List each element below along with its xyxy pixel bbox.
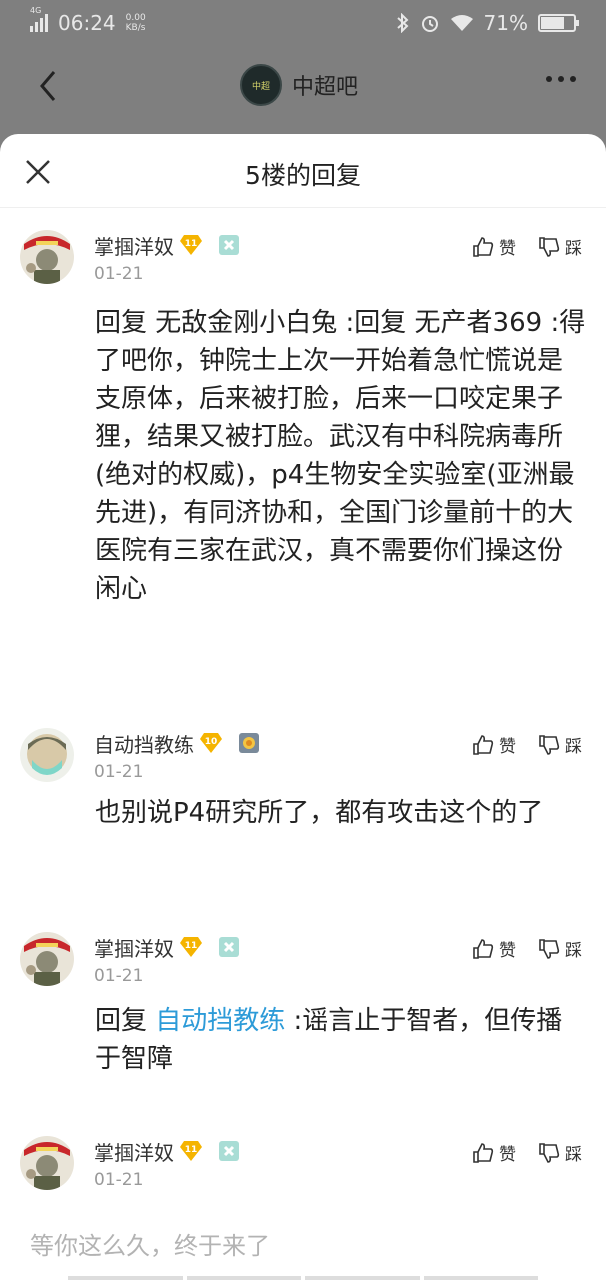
forum-header: 中超 中超吧 [0,46,606,126]
avatar[interactable] [20,230,74,284]
status-time: 06:24 [58,11,116,35]
sticker-icon [219,1141,239,1161]
home-indicator [68,1276,538,1280]
forum-title[interactable]: 中超 中超吧 [240,64,358,106]
name-row: 掌掴洋奴 11 [94,230,240,260]
post-date: 01-21 [94,1170,144,1190]
username[interactable]: 掌掴洋奴 [94,1137,174,1166]
thumbs-up-icon [473,236,494,257]
thumbs-up-icon [473,938,494,959]
vote-actions: 赞 踩 [472,732,582,757]
thumbs-up-icon [473,734,494,755]
level-badge: 11 [180,937,202,957]
wifi-icon [450,15,473,31]
level-badge: 10 [200,733,222,753]
reply-input-placeholder: 等你这么久，终于来了 [30,1232,270,1260]
dislike-button[interactable]: 踩 [538,732,582,757]
post-date: 01-21 [94,966,144,986]
dislike-button[interactable]: 踩 [538,234,582,259]
dislike-button[interactable]: 踩 [538,1140,582,1165]
thumbs-down-icon [539,734,560,755]
sheet-title: 5楼的回复 [245,161,361,190]
username[interactable]: 自动挡教练 [94,729,194,758]
network-speed: 0.00 KB/s [125,13,146,33]
forum-avatar: 中超 [240,64,282,106]
reply-item: 掌掴洋奴 11 01-21 赞 踩 回复 自动挡教练 :谣言止于智者，但传播于智… [0,932,606,1092]
avatar[interactable] [20,728,74,782]
network-type: 4G [30,6,42,15]
mention-link[interactable]: 自动挡教练 [155,1006,285,1036]
sticker-icon [239,733,259,753]
like-button[interactable]: 赞 [472,1140,516,1165]
username[interactable]: 掌掴洋奴 [94,231,174,260]
reply-sheet: 5楼的回复 掌掴洋奴 11 01-21 赞 踩 回复 无敌金刚小白兔 :回复 无… [0,134,606,1280]
forum-name: 中超吧 [292,75,359,100]
level-badge: 11 [180,1141,202,1161]
sticker-icon [219,235,239,255]
avatar[interactable] [20,932,74,986]
post-date: 01-21 [94,762,144,782]
status-bar: 4G 06:24 0.00 KB/s 71% [0,0,606,46]
thumbs-down-icon [539,1142,560,1163]
battery-percent: 71% [483,11,528,35]
signal-icon: 4G [30,6,48,32]
reply-input[interactable]: 等你这么久，终于来了 [0,1200,606,1280]
thumbs-down-icon [539,938,560,959]
vote-actions: 赞 踩 [472,936,582,961]
name-row: 掌掴洋奴 11 [94,1136,240,1166]
vote-actions: 赞 踩 [472,1140,582,1165]
thumbs-up-icon [473,1142,494,1163]
like-button[interactable]: 赞 [472,234,516,259]
sheet-header: 5楼的回复 [0,134,606,208]
post-date: 01-21 [94,264,144,284]
status-left: 4G 06:24 0.00 KB/s [30,6,146,35]
reply-item: 掌掴洋奴 11 01-21 赞 踩 回复 无敌金刚小白兔 :回复 无产者369 … [0,230,606,700]
name-row: 掌掴洋奴 11 [94,932,240,962]
level-badge: 11 [180,235,202,255]
reply-content: 也别说P4研究所了，都有攻击这个的了 [95,798,544,828]
more-icon[interactable] [546,76,576,82]
reply-content: 回复 无敌金刚小白兔 :回复 无产者369 :得了吧你，钟院士上次一开始着急忙慌… [95,308,586,604]
reply-content: 回复 自动挡教练 :谣言止于智者，但传播于智障 [95,1006,563,1074]
name-row: 自动挡教练 10 [94,728,260,758]
reply-item: 掌掴洋奴 11 01-21 赞 踩 [0,1136,606,1200]
vote-actions: 赞 踩 [472,234,582,259]
alarm-icon [421,16,438,32]
status-right: 71% [396,11,579,35]
like-button[interactable]: 赞 [472,732,516,757]
battery-icon [538,14,579,32]
sticker-icon [219,937,239,957]
dislike-button[interactable]: 踩 [538,936,582,961]
bluetooth-icon [396,13,409,33]
thumbs-down-icon [539,236,560,257]
back-arrow-icon[interactable] [34,66,64,106]
avatar[interactable] [20,1136,74,1190]
like-button[interactable]: 赞 [472,936,516,961]
username[interactable]: 掌掴洋奴 [94,933,174,962]
reply-item: 自动挡教练 10 01-21 赞 踩 也别说P4研究所了，都有攻击这个的了 [0,728,606,878]
